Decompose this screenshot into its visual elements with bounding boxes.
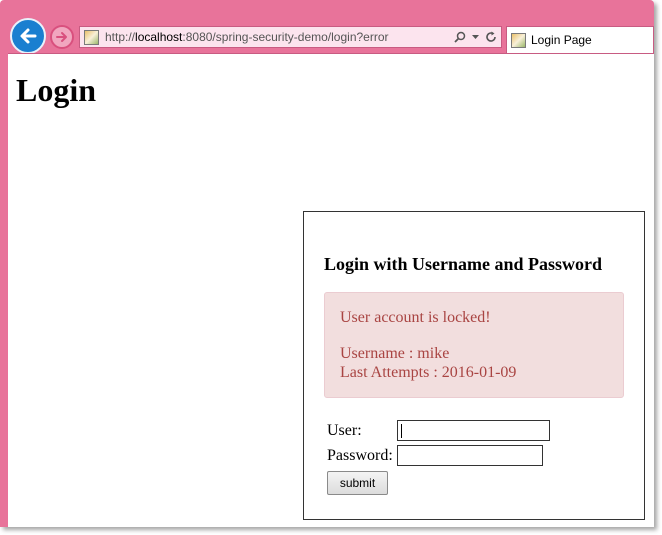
error-alert: User account is locked! Username : mike … [324,292,624,398]
page-title: Login [16,72,97,108]
alert-username: Username : mike [340,345,450,362]
text-caret [401,424,402,438]
user-label: User: [327,422,362,439]
password-input[interactable] [397,445,543,466]
back-button[interactable] [10,18,46,54]
login-box-title: Login with Username and Password [324,254,603,274]
address-bar[interactable]: http://localhost:8080/spring-security-de… [79,26,502,48]
password-label: Password: [327,447,393,464]
refresh-icon[interactable] [485,31,497,43]
forward-button[interactable] [50,25,74,49]
login-box: Login with Username and Password User ac… [303,211,645,520]
page-icon [84,29,99,45]
page-content: Login Login with Username and Password U… [8,53,654,527]
browser-window: http://localhost:8080/spring-security-de… [0,0,654,527]
tab-title: Login Page [531,33,592,47]
user-input[interactable] [397,420,550,441]
dropdown-arrow-icon[interactable] [472,34,479,40]
arrow-right-icon [56,32,67,42]
search-icon[interactable] [454,31,466,43]
arrow-left-icon [20,28,37,44]
browser-toolbar: http://localhost:8080/spring-security-de… [0,0,654,54]
tab-page-icon [511,32,526,48]
submit-button[interactable]: submit [327,471,388,495]
alert-message: User account is locked! [340,309,491,326]
alert-last-attempts: Last Attempts : 2016-01-09 [340,364,517,381]
url-text: http://localhost:8080/spring-security-de… [105,30,389,44]
tab-login-page[interactable]: Login Page [506,26,654,53]
